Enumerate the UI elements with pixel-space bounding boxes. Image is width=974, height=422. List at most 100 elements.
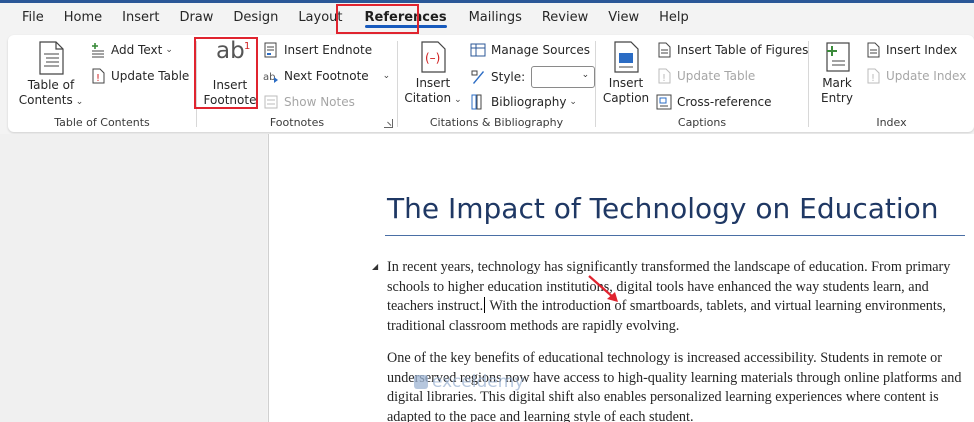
red-arrow-pointer-icon [588,275,618,302]
svg-text:(–): (–) [425,51,440,65]
insert-footnote-button[interactable]: ab 1 Insert Footnote [203,38,257,108]
bibliography-icon [471,94,482,110]
tab-insert[interactable]: Insert [112,3,169,33]
update-table-figures-button[interactable]: ! Update Table [656,66,755,86]
show-notes-button[interactable]: Show Notes [263,92,355,112]
paragraph-1[interactable]: In recent years, technology has signific… [387,258,962,337]
table-of-contents-icon [39,41,64,75]
watermark-icon [414,375,428,389]
cross-reference-label: Cross-reference [677,95,772,109]
group-label-table-of-contents: Table of Contents [54,116,150,129]
insert-citation-button[interactable]: (–) Insert Citation ⌄ [404,41,462,108]
mark-entry-line2: Entry [821,91,853,105]
document-title[interactable]: The Impact of Technology on Education [387,192,939,225]
svg-text:!: ! [96,73,100,84]
style-control: Style: ⌄ [470,65,596,89]
watermark-text: exceldemy [432,372,525,392]
tab-draw[interactable]: Draw [169,3,223,33]
group-table-of-contents: Table of Contents ⌄ Add Text ⌄ ! Update Ta… [8,35,196,132]
group-captions: Insert Caption Insert Table of Figures !… [596,35,808,132]
insert-index-icon [867,42,880,58]
svg-text:ab: ab [263,72,275,83]
update-table-button[interactable]: ! Update Table [90,66,189,86]
chevron-down-icon: ⌄ [581,70,590,80]
chevron-down-icon[interactable]: ⌄ [383,71,391,81]
insert-index-label: Insert Index [886,43,958,57]
update-table-icon: ! [92,68,105,84]
insert-citation-icon: (–) [421,41,446,73]
tab-file[interactable]: File [12,3,54,33]
next-footnote-button[interactable]: ab Next Footnote ⌄ [263,66,390,86]
add-text-label: Add Text [111,43,163,57]
style-dropdown[interactable]: ⌄ [531,66,596,88]
insert-citation-line2-text: Citation [404,91,452,105]
insert-index-button[interactable]: Insert Index [865,40,957,60]
svg-text:!: ! [871,73,875,84]
group-label-captions: Captions [677,116,727,129]
insert-table-of-figures-button[interactable]: Insert Table of Figures [656,40,808,60]
tab-layout[interactable]: Layout [288,3,352,33]
tab-mailings[interactable]: Mailings [459,3,532,33]
insert-endnote-button[interactable]: Insert Endnote [263,40,372,60]
insert-citation-line2: Citation ⌄ [404,91,462,108]
update-index-button[interactable]: ! Update Index [865,66,966,86]
insert-caption-line2: Caption [602,91,650,105]
show-notes-label: Show Notes [284,95,355,109]
add-text-icon [92,43,104,58]
insert-caption-icon [614,41,639,73]
manage-sources-button[interactable]: Manage Sources [470,40,590,60]
tab-design[interactable]: Design [223,3,288,33]
chevron-down-icon: ⌄ [454,95,462,105]
chevron-down-icon: ⌄ [569,97,577,107]
style-label: Style: [491,70,526,84]
tab-view[interactable]: View [598,3,649,33]
group-label-index: Index [876,116,907,129]
insert-endnote-label: Insert Endnote [284,43,373,57]
chevron-down-icon: ⌄ [75,97,84,107]
tab-references-label: References [364,10,447,25]
update-table-label: Update Table [111,69,190,83]
table-of-figures-icon [658,42,671,58]
footnotes-dialog-launcher-icon[interactable] [384,119,393,128]
add-text-button[interactable]: Add Text ⌄ [90,40,173,60]
insert-footnote-line2: Footnote [203,93,257,107]
group-footnotes: ab 1 Insert Footnote Insert Endnote ab N… [197,35,397,132]
insert-table-of-figures-label: Insert Table of Figures [677,43,809,57]
document-page[interactable]: The Impact of Technology on Education ◢ … [268,134,974,422]
mark-entry-line1: Mark [822,76,852,90]
svg-text:!: ! [662,73,666,84]
insert-footnote-line1: Insert [212,78,248,92]
footnote-icon-text: ab [216,38,245,64]
footnote-icon-superscript: 1 [244,41,251,52]
collapse-heading-icon[interactable]: ◢ [372,262,378,271]
bibliography-label: Bibliography [491,95,567,109]
watermark-logo: exceldemy [414,372,524,392]
table-of-contents-button[interactable]: Table of Contents ⌄ [16,41,86,110]
group-citations-bibliography: (–) Insert Citation ⌄ Manage Sources Styl… [398,35,596,132]
ribbon-panel: Table of Contents ⌄ Add Text ⌄ ! Update Ta… [8,35,974,132]
tab-review[interactable]: Review [532,3,598,33]
mark-entry-button[interactable]: Mark Entry [813,41,861,106]
table-of-contents-line1: Table of [27,78,75,92]
group-index: Mark Entry Insert Index ! Update Index I… [809,35,974,132]
cross-reference-button[interactable]: Cross-reference [656,92,772,112]
update-table-figures-icon: ! [658,68,671,84]
group-label-citations: Citations & Bibliography [429,116,564,129]
cross-reference-icon [656,94,672,110]
table-of-contents-line2: Contents ⌄ [16,93,86,110]
bibliography-button[interactable]: Bibliography ⌄ [470,92,577,112]
chevron-down-icon: ⌄ [165,45,173,55]
next-footnote-label: Next Footnote [284,69,369,83]
insert-caption-button[interactable]: Insert Caption [600,41,652,106]
insert-endnote-icon [264,42,277,58]
show-notes-icon [264,95,278,109]
update-index-icon: ! [867,68,880,84]
mark-entry-icon [826,42,850,72]
style-icon [471,70,484,84]
insert-caption-line1: Insert [608,76,644,90]
table-of-contents-line2-text: Contents [18,93,73,107]
tab-help[interactable]: Help [649,3,699,33]
tab-references[interactable]: References [353,3,459,33]
tab-home[interactable]: Home [54,3,112,33]
manage-sources-icon [470,43,486,57]
